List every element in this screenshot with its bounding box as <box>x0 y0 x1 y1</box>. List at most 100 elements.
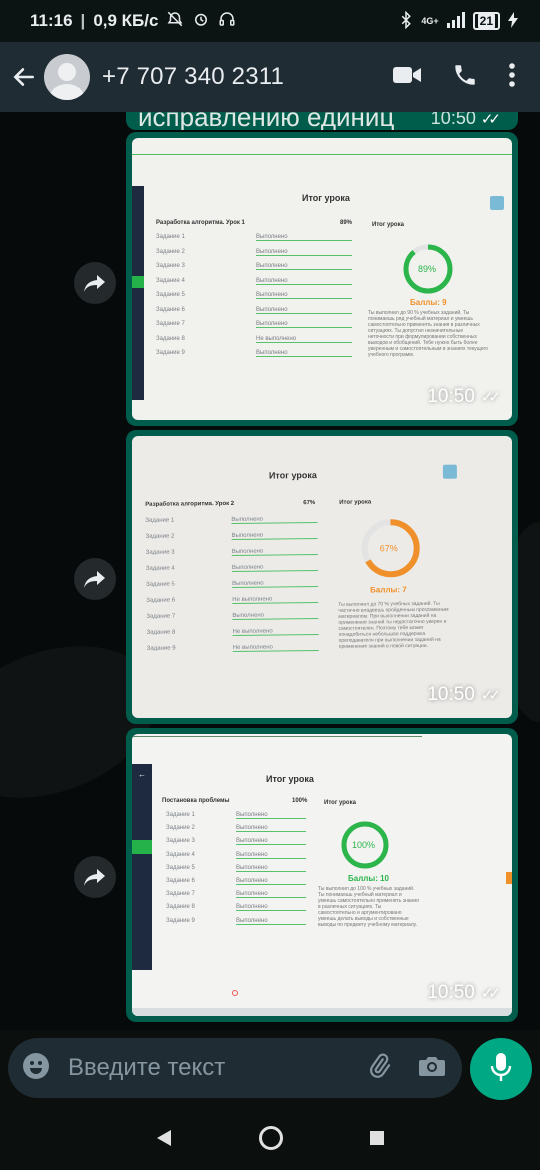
camera-icon[interactable] <box>418 1053 446 1084</box>
expand-icon <box>442 464 457 479</box>
nav-back-icon[interactable] <box>155 1129 173 1152</box>
task-name: Задание 8 <box>146 629 176 636</box>
task-status: Не выполнено <box>232 628 319 636</box>
summary-label: Итог урока <box>372 222 404 228</box>
task-name: Задание 9 <box>166 917 195 924</box>
photo-sidebar <box>132 186 144 400</box>
photo-title: Итог урока <box>266 774 314 784</box>
system-nav-bar <box>0 1110 540 1170</box>
ring-value: 100% <box>352 840 376 850</box>
photo-screen-content: Итог урока Разработка алгоритма. Урок 1 … <box>132 138 512 420</box>
message-photo[interactable]: ← Итог урока Постановка проблемы 100% Ит… <box>132 734 512 1016</box>
task-name: Задание 3 <box>145 549 175 556</box>
image-message-bubble[interactable]: Итог урока Разработка алгоритма. Урок 2 … <box>126 430 518 724</box>
task-name: Задание 1 <box>156 234 185 240</box>
task-name: Задание 2 <box>156 248 185 255</box>
battery-level: 21 <box>477 14 495 28</box>
task-status: Выполнено <box>232 580 319 588</box>
message-input-container[interactable]: Введите текст <box>8 1038 462 1098</box>
message-time: 10:50 ✓✓ <box>427 386 501 408</box>
task-status: Выполнено <box>256 278 352 285</box>
result-description: Ты выполнил до 100 % учебных заданий. Ты… <box>318 886 419 928</box>
score-label: Баллы: 10 <box>348 874 389 883</box>
read-ticks-icon: ✓✓ <box>480 985 501 1002</box>
message-time-text: 10:50 <box>427 982 475 1003</box>
network-type: 4G+ <box>421 16 439 26</box>
task-status: Выполнено <box>236 812 306 819</box>
chat-area[interactable]: исправлению единиц 10:50 ✓✓ Итог урока Р… <box>0 112 540 1030</box>
signal-icon <box>446 11 465 31</box>
forward-icon[interactable] <box>74 856 116 898</box>
task-name: Задание 4 <box>156 277 185 284</box>
nav-recents-icon[interactable] <box>369 1130 385 1151</box>
avatar-icon[interactable] <box>44 54 90 100</box>
mic-button[interactable] <box>470 1038 532 1100</box>
nav-home-icon[interactable] <box>258 1125 284 1156</box>
task-status: Не выполнено <box>232 644 319 652</box>
photo-sidebar-back: ← <box>138 770 146 779</box>
network-speed: 0,9 КБ/с <box>93 11 159 30</box>
task-status: Выполнено <box>231 548 318 556</box>
task-status: Выполнено <box>256 249 352 256</box>
task-name: Задание 2 <box>145 533 175 540</box>
task-name: Задание 6 <box>156 306 185 313</box>
lesson-subtitle: Разработка алгоритма. Урок 2 <box>145 500 235 508</box>
task-status: Выполнено <box>232 612 319 620</box>
avatar-head <box>58 63 76 81</box>
task-status: Выполнено <box>236 825 306 833</box>
status-right: 4G+ 21 <box>399 10 518 32</box>
score-label: Баллы: 9 <box>410 298 447 307</box>
status-time: 11:16 <box>30 11 73 30</box>
task-name: Задание 1 <box>166 812 195 818</box>
video-call-icon[interactable] <box>392 64 422 91</box>
attach-icon[interactable] <box>366 1052 392 1085</box>
message-input[interactable]: Введите текст <box>68 1054 366 1082</box>
message-photo[interactable]: Итог урока Разработка алгоритма. Урок 2 … <box>132 436 512 718</box>
back-arrow-icon[interactable] <box>10 63 38 91</box>
task-name: Задание 1 <box>145 517 175 524</box>
image-message-bubble[interactable]: ← Итог урока Постановка проблемы 100% Ит… <box>126 728 518 1022</box>
message-time: 10:50 ✓✓ <box>427 684 501 706</box>
photo-sidebar-active <box>132 840 152 854</box>
headset-icon <box>218 10 236 33</box>
chat-header: +7 707 340 2311 <box>0 42 540 112</box>
forward-icon[interactable] <box>74 262 116 304</box>
image-message-bubble[interactable]: Итог урока Разработка алгоритма. Урок 1 … <box>126 132 518 426</box>
status-divider: | <box>80 11 86 30</box>
photo-taskbar <box>132 1008 512 1016</box>
emoji-icon[interactable] <box>22 1052 50 1085</box>
task-name: Задание 4 <box>145 565 175 572</box>
charging-icon <box>508 11 518 31</box>
message-photo[interactable]: Итог урока Разработка алгоритма. Урок 1 … <box>132 138 512 420</box>
task-status: Выполнено <box>236 918 306 925</box>
read-ticks-icon: ✓✓ <box>480 389 501 406</box>
task-status: Выполнено <box>236 891 306 899</box>
photo-sidebar-active <box>132 276 144 288</box>
alarm-off-icon <box>166 10 184 33</box>
whatsapp-chat-screen: 11:16 | 0,9 КБ/с 4G+ 21 +7 707 340 2311 … <box>0 0 540 1170</box>
task-status: Выполнено <box>256 321 352 328</box>
header-actions <box>392 62 530 93</box>
photo-top-divider <box>132 736 422 737</box>
task-name: Задание 5 <box>166 864 195 871</box>
mic-icon <box>489 1052 513 1087</box>
forward-icon[interactable] <box>74 558 116 600</box>
ring-value: 67% <box>379 543 398 554</box>
message-time-text: 10:50 <box>427 386 475 407</box>
task-name: Задание 3 <box>156 263 185 269</box>
photo-logo <box>232 990 238 996</box>
contact-name[interactable]: +7 707 340 2311 <box>102 63 284 91</box>
summary-label: Итог урока <box>324 800 356 806</box>
battery-icon: 21 <box>472 12 500 30</box>
previous-message-time-text: 10:50 <box>430 112 476 128</box>
result-description: Ты выполнил до 70 % учебных заданий. Ты … <box>338 600 449 650</box>
photo-screen-content: ← Итог урока Постановка проблемы 100% Ит… <box>132 734 512 1016</box>
more-vert-icon[interactable] <box>508 62 516 93</box>
task-status: Не выполнено <box>232 596 319 604</box>
photo-edge-marker <box>506 872 512 884</box>
task-status: Выполнено <box>231 564 318 572</box>
task-status: Выполнено <box>231 532 318 540</box>
task-status: Выполнено <box>236 865 306 872</box>
phone-call-icon[interactable] <box>452 62 478 93</box>
previous-message-bubble[interactable]: исправлению единиц 10:50 ✓✓ <box>126 112 518 130</box>
